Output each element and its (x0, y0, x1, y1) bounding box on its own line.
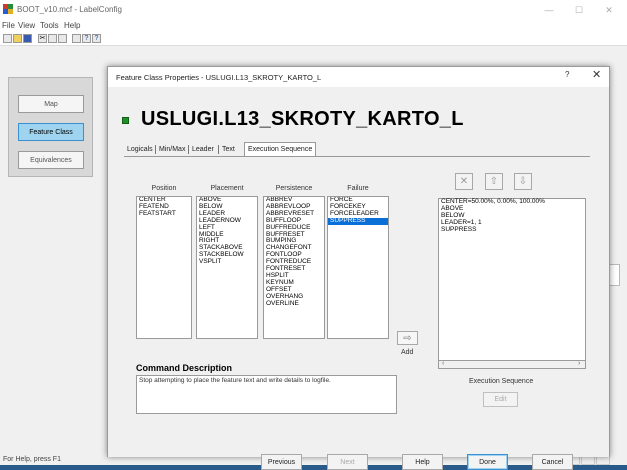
persistence-header: Persistence (275, 185, 313, 192)
tab-execution-sequence[interactable]: Execution Sequence (244, 142, 317, 156)
status-text: For Help, press F1 (3, 456, 61, 463)
previous-button[interactable]: Previous (261, 454, 302, 470)
menu-view[interactable]: View (18, 21, 35, 30)
next-button[interactable]: Next (327, 454, 368, 470)
tab-logicals[interactable]: Logicals (124, 143, 156, 156)
menu-bar: File View Tools Help (0, 20, 627, 32)
window-title: BOOT_v10.mcf - LabelConfig (17, 5, 122, 14)
app-icon (3, 4, 13, 14)
command-description-header: Command Description (136, 363, 233, 373)
cut-icon[interactable]: ✂ (38, 34, 47, 43)
tab-text[interactable]: Text (219, 143, 238, 156)
horizontal-scrollbar[interactable]: ‹ › (438, 360, 586, 369)
cancel-button[interactable]: Cancel (532, 454, 573, 470)
edit-button[interactable]: Edit (483, 392, 518, 407)
status-cell (581, 456, 595, 465)
feature-class-properties-dialog: Feature Class Properties - USLUGI.L13_SK… (107, 66, 610, 470)
status-cell (596, 456, 610, 465)
feature-class-icon (122, 117, 129, 124)
add-label: Add (401, 349, 414, 356)
move-down-icon[interactable]: ⇩ (514, 173, 532, 190)
persistence-list[interactable]: ABBREV ABBREVLOOP ABBREVRESET BUFFLOOP B… (263, 196, 325, 339)
list-item[interactable]: VSPLIT (197, 258, 257, 266)
nav-map-button[interactable]: Map (18, 95, 84, 113)
command-description-text: Stop attempting to place the feature tex… (139, 377, 331, 384)
new-icon[interactable] (3, 34, 12, 43)
done-button[interactable]: Done (467, 454, 508, 470)
context-help-icon[interactable]: ? (92, 34, 101, 43)
nav-equivalences-button[interactable]: Equivalences (18, 151, 84, 169)
maximize-button[interactable]: ☐ (565, 0, 593, 20)
navigation-panel: Map Feature Class Equivalences (8, 77, 93, 177)
minimize-button[interactable]: — (535, 0, 563, 20)
failure-header: Failure (347, 185, 369, 192)
nav-feature-class-button[interactable]: Feature Class (18, 123, 84, 141)
execution-sequence-list[interactable]: CENTER=50.00%, 0.00%, 100.00% ABOVE BELO… (438, 198, 586, 369)
move-up-icon[interactable]: ⇧ (485, 173, 503, 190)
menu-file[interactable]: File (2, 21, 15, 30)
right-arrow-icon[interactable]: ⇨ (397, 331, 418, 345)
dialog-body: USLUGI.L13_SKROTY_KARTO_L Logicals Min/M… (108, 87, 609, 470)
paste-icon[interactable] (58, 34, 67, 43)
position-list[interactable]: CENTER FEATEND FEATSTART (136, 196, 192, 339)
list-item[interactable]: SUPPRESS (439, 226, 585, 234)
dialog-help-button[interactable]: ? (565, 70, 569, 79)
menu-help[interactable]: Help (64, 21, 80, 30)
tab-divider (124, 156, 590, 157)
placement-header: Placement (210, 185, 244, 192)
command-description-box: Stop attempting to place the feature tex… (136, 375, 397, 414)
feature-class-name: USLUGI.L13_SKROTY_KARTO_L (141, 108, 464, 130)
copy-icon[interactable] (48, 34, 57, 43)
placement-list[interactable]: ABOVE BELOW LEADER LEADERNOW LEFT MIDDLE… (196, 196, 258, 339)
help-icon[interactable]: ? (82, 34, 91, 43)
print-icon[interactable] (72, 34, 81, 43)
chevron-left-icon[interactable]: ‹ (442, 360, 444, 367)
failure-list[interactable]: FORCE FORCEKEY FORCELEADER SUPPRESS (327, 196, 389, 339)
dialog-title: Feature Class Properties - USLUGI.L13_SK… (116, 73, 322, 82)
tab-minmax[interactable]: Min/Max (156, 143, 188, 156)
execution-sequence-label: Execution Sequence (469, 378, 534, 385)
open-icon[interactable] (13, 34, 22, 43)
help-button[interactable]: Help (402, 454, 443, 470)
menu-tools[interactable]: Tools (40, 21, 59, 30)
tab-leader[interactable]: Leader (189, 143, 217, 156)
list-item-selected[interactable]: SUPPRESS (328, 217, 388, 225)
chevron-right-icon[interactable]: › (578, 360, 580, 367)
list-item[interactable]: OVERLINE (264, 300, 324, 308)
close-window-button[interactable]: ✕ (595, 0, 623, 20)
position-header: Position (151, 185, 177, 192)
toolbar: ✂ ? ? (0, 32, 627, 46)
dialog-close-button[interactable]: ✕ (592, 68, 601, 81)
title-bar: BOOT_v10.mcf - LabelConfig — ☐ ✕ (0, 0, 627, 20)
save-icon[interactable] (23, 34, 32, 43)
delete-icon[interactable]: ✕ (455, 173, 473, 190)
list-item[interactable]: FEATSTART (137, 210, 191, 218)
